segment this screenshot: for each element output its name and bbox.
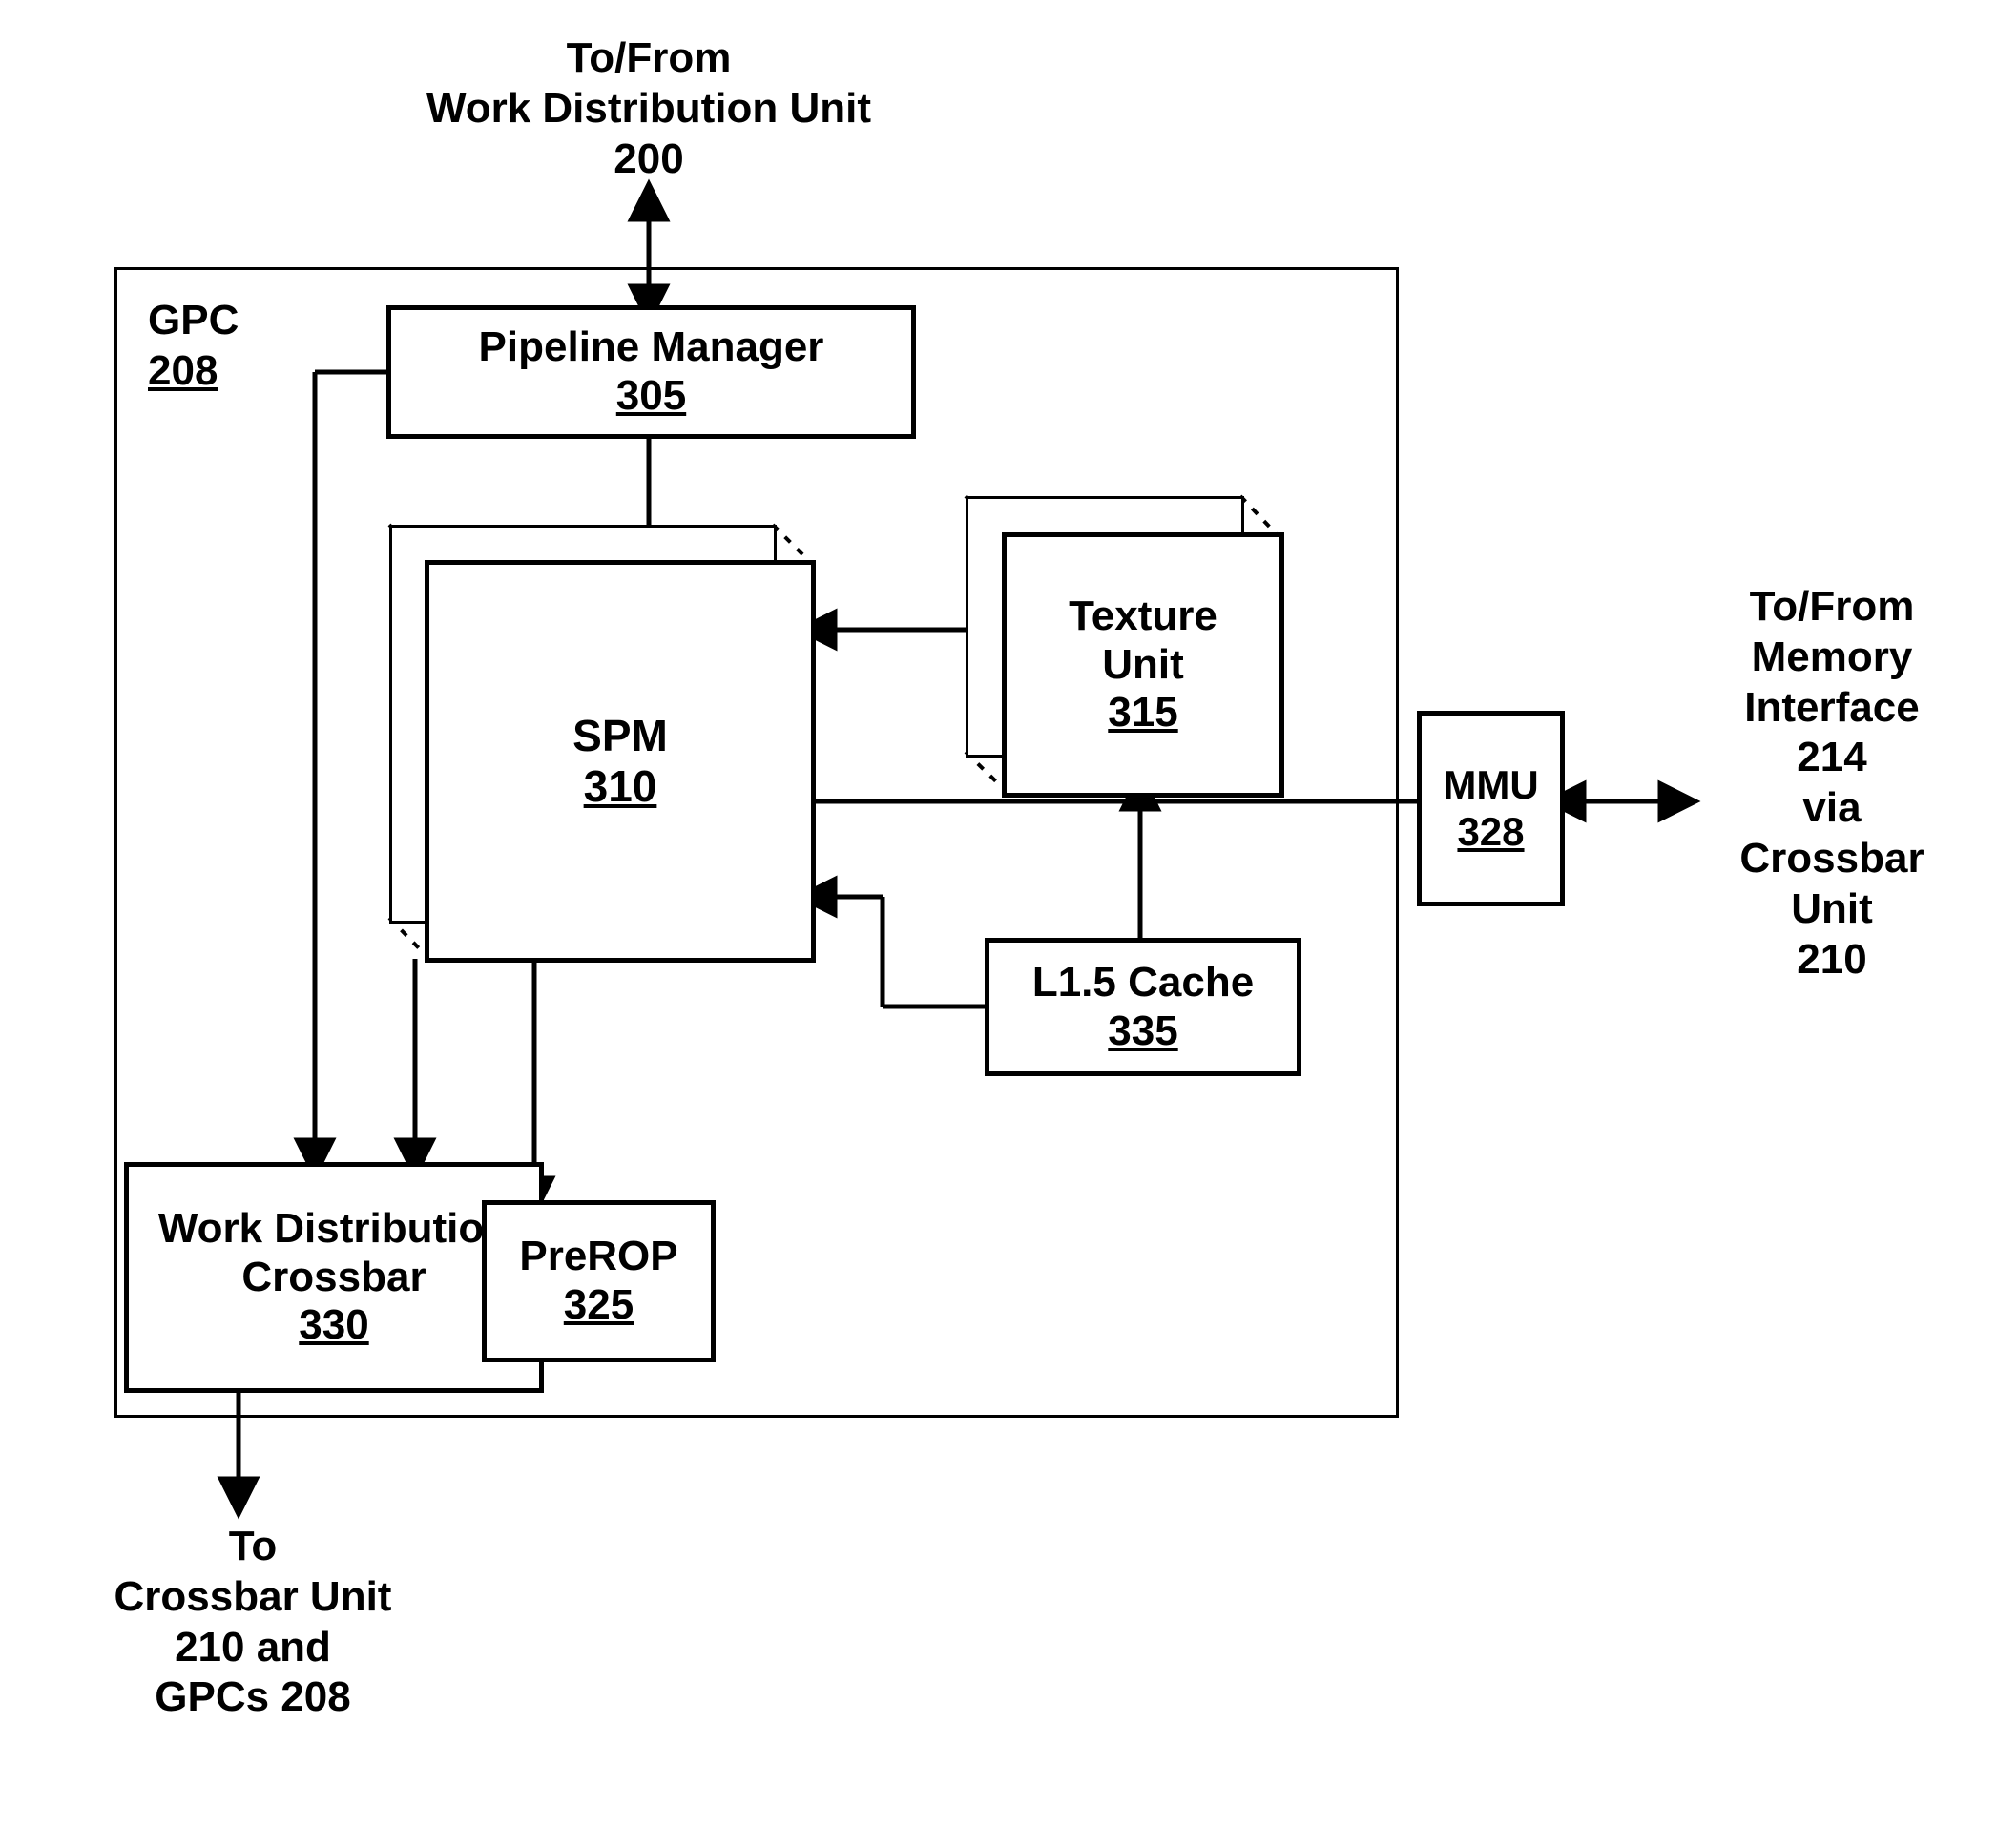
texture-line1: Texture bbox=[1069, 592, 1217, 641]
top-line1: To/From bbox=[353, 33, 945, 84]
mmu-box: MMU 328 bbox=[1417, 711, 1565, 906]
right-line7: Unit bbox=[1703, 884, 1961, 935]
gpc-num: 208 bbox=[148, 346, 272, 397]
bottom-line2: Crossbar Unit bbox=[86, 1572, 420, 1623]
texture-line2: Unit bbox=[1102, 641, 1184, 690]
mmu-num: 328 bbox=[1457, 809, 1524, 855]
top-line2: Work Distribution Unit bbox=[353, 84, 945, 135]
work-dist-crossbar-box: Work Distribution Crossbar 330 bbox=[124, 1162, 544, 1393]
right-line6: Crossbar bbox=[1703, 834, 1961, 884]
bottom-line3: 210 and bbox=[86, 1623, 420, 1673]
spm-num: 310 bbox=[584, 761, 657, 812]
spm-box: SPM 310 bbox=[425, 560, 816, 963]
l15-num: 335 bbox=[1108, 1007, 1177, 1056]
right-line1: To/From bbox=[1703, 582, 1961, 633]
gpc-label: GPC 208 bbox=[148, 296, 272, 397]
top-line3: 200 bbox=[353, 135, 945, 185]
right-line2: Memory bbox=[1703, 633, 1961, 683]
pipeline-manager-name: Pipeline Manager bbox=[479, 323, 824, 372]
right-line4: 214 bbox=[1703, 733, 1961, 783]
right-external-label: To/From Memory Interface 214 via Crossba… bbox=[1703, 582, 1961, 985]
pipeline-manager-num: 305 bbox=[616, 372, 686, 421]
prerop-name: PreROP bbox=[519, 1233, 677, 1281]
bottom-line4: GPCs 208 bbox=[86, 1672, 420, 1723]
texture-unit-box: Texture Unit 315 bbox=[1002, 532, 1284, 798]
spm-name: SPM bbox=[572, 711, 668, 761]
wdx-line2: Crossbar bbox=[241, 1254, 426, 1302]
wdx-num: 330 bbox=[299, 1301, 368, 1350]
right-line3: Interface bbox=[1703, 683, 1961, 734]
diagram-canvas: To/From Work Distribution Unit 200 GPC 2… bbox=[0, 0, 1997, 1848]
texture-num: 315 bbox=[1108, 689, 1177, 737]
wdx-line1: Work Distribution bbox=[158, 1205, 510, 1254]
mmu-name: MMU bbox=[1443, 762, 1538, 808]
pipeline-manager-box: Pipeline Manager 305 bbox=[386, 305, 916, 439]
prerop-num: 325 bbox=[564, 1281, 634, 1330]
right-line5: via bbox=[1703, 783, 1961, 834]
top-external-label: To/From Work Distribution Unit 200 bbox=[353, 33, 945, 184]
right-line8: 210 bbox=[1703, 935, 1961, 986]
l15-name: L1.5 Cache bbox=[1032, 959, 1254, 1007]
bottom-external-label: To Crossbar Unit 210 and GPCs 208 bbox=[86, 1522, 420, 1723]
bottom-line1: To bbox=[86, 1522, 420, 1572]
gpc-name: GPC bbox=[148, 296, 272, 346]
prerop-box: PreROP 325 bbox=[482, 1200, 716, 1362]
l15-cache-box: L1.5 Cache 335 bbox=[985, 938, 1301, 1076]
